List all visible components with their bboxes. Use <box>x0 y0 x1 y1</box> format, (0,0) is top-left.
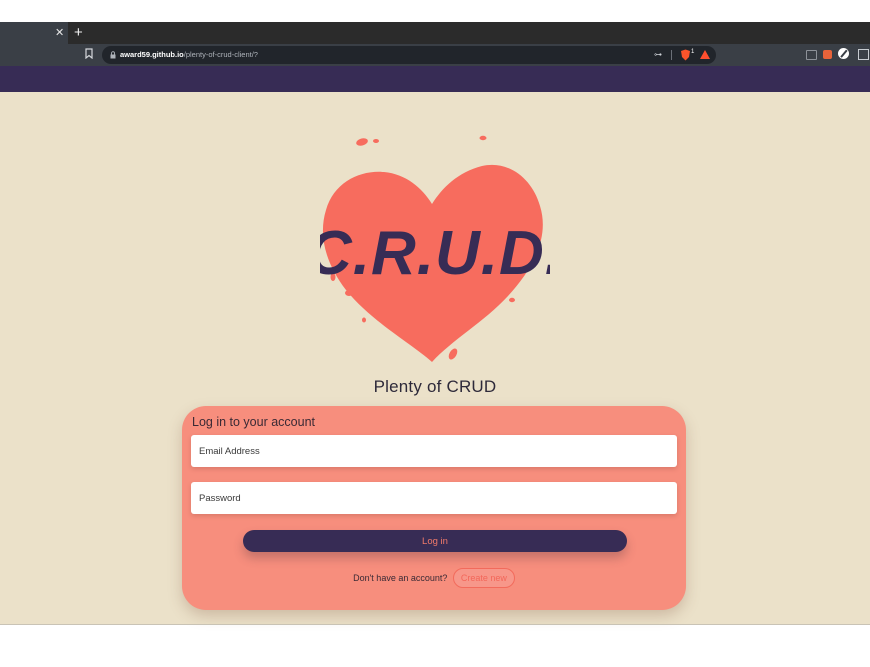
close-tab-icon[interactable]: ✕ <box>55 26 64 39</box>
brave-shields-count: 1 <box>691 49 695 55</box>
url-host: award59.github.io <box>120 50 184 59</box>
brave-shields-icon[interactable] <box>680 49 691 61</box>
brave-rewards-icon[interactable] <box>700 50 710 59</box>
bookmark-icon[interactable] <box>85 48 93 59</box>
new-tab-icon[interactable]: + <box>74 24 83 41</box>
key-icon[interactable]: ⊶ <box>654 46 662 64</box>
extension-box-icon[interactable] <box>858 49 869 60</box>
extension-fox-icon[interactable] <box>823 50 832 59</box>
lock-icon <box>110 51 116 59</box>
app-navbar <box>0 66 870 92</box>
browser-toolbar: award59.github.io/plenty-of-crud-client/… <box>0 44 870 66</box>
create-new-button[interactable]: Create new <box>452 568 515 588</box>
url-path: /plenty-of-crud-client/? <box>183 50 258 59</box>
url-text: award59.github.io/plenty-of-crud-client/… <box>120 46 258 64</box>
signup-row: Don't have an account? Create new <box>182 568 686 588</box>
browser-tab[interactable]: ✕ <box>0 22 68 44</box>
address-divider <box>671 50 672 60</box>
logo-wordmark: C.R.U.D. <box>320 219 550 288</box>
reader-mode-icon[interactable] <box>806 50 817 60</box>
page-bottom-divider <box>0 624 870 625</box>
login-card: Log in to your account Log in Don't have… <box>182 406 686 610</box>
address-bar[interactable]: award59.github.io/plenty-of-crud-client/… <box>102 46 716 64</box>
extension-block-icon[interactable] <box>838 48 849 59</box>
page-body: C.R.U.D. Plenty of CRUD Log in to your a… <box>0 92 870 624</box>
browser-tab-strip: ✕ + <box>0 22 870 44</box>
app-title: Plenty of CRUD <box>373 377 497 396</box>
password-field[interactable] <box>191 482 677 514</box>
email-field[interactable] <box>191 435 677 467</box>
signup-prompt: Don't have an account? <box>353 573 448 583</box>
crud-heart-logo: C.R.U.D. <box>320 135 550 362</box>
login-button[interactable]: Log in <box>243 530 627 552</box>
login-heading: Log in to your account <box>192 415 315 429</box>
